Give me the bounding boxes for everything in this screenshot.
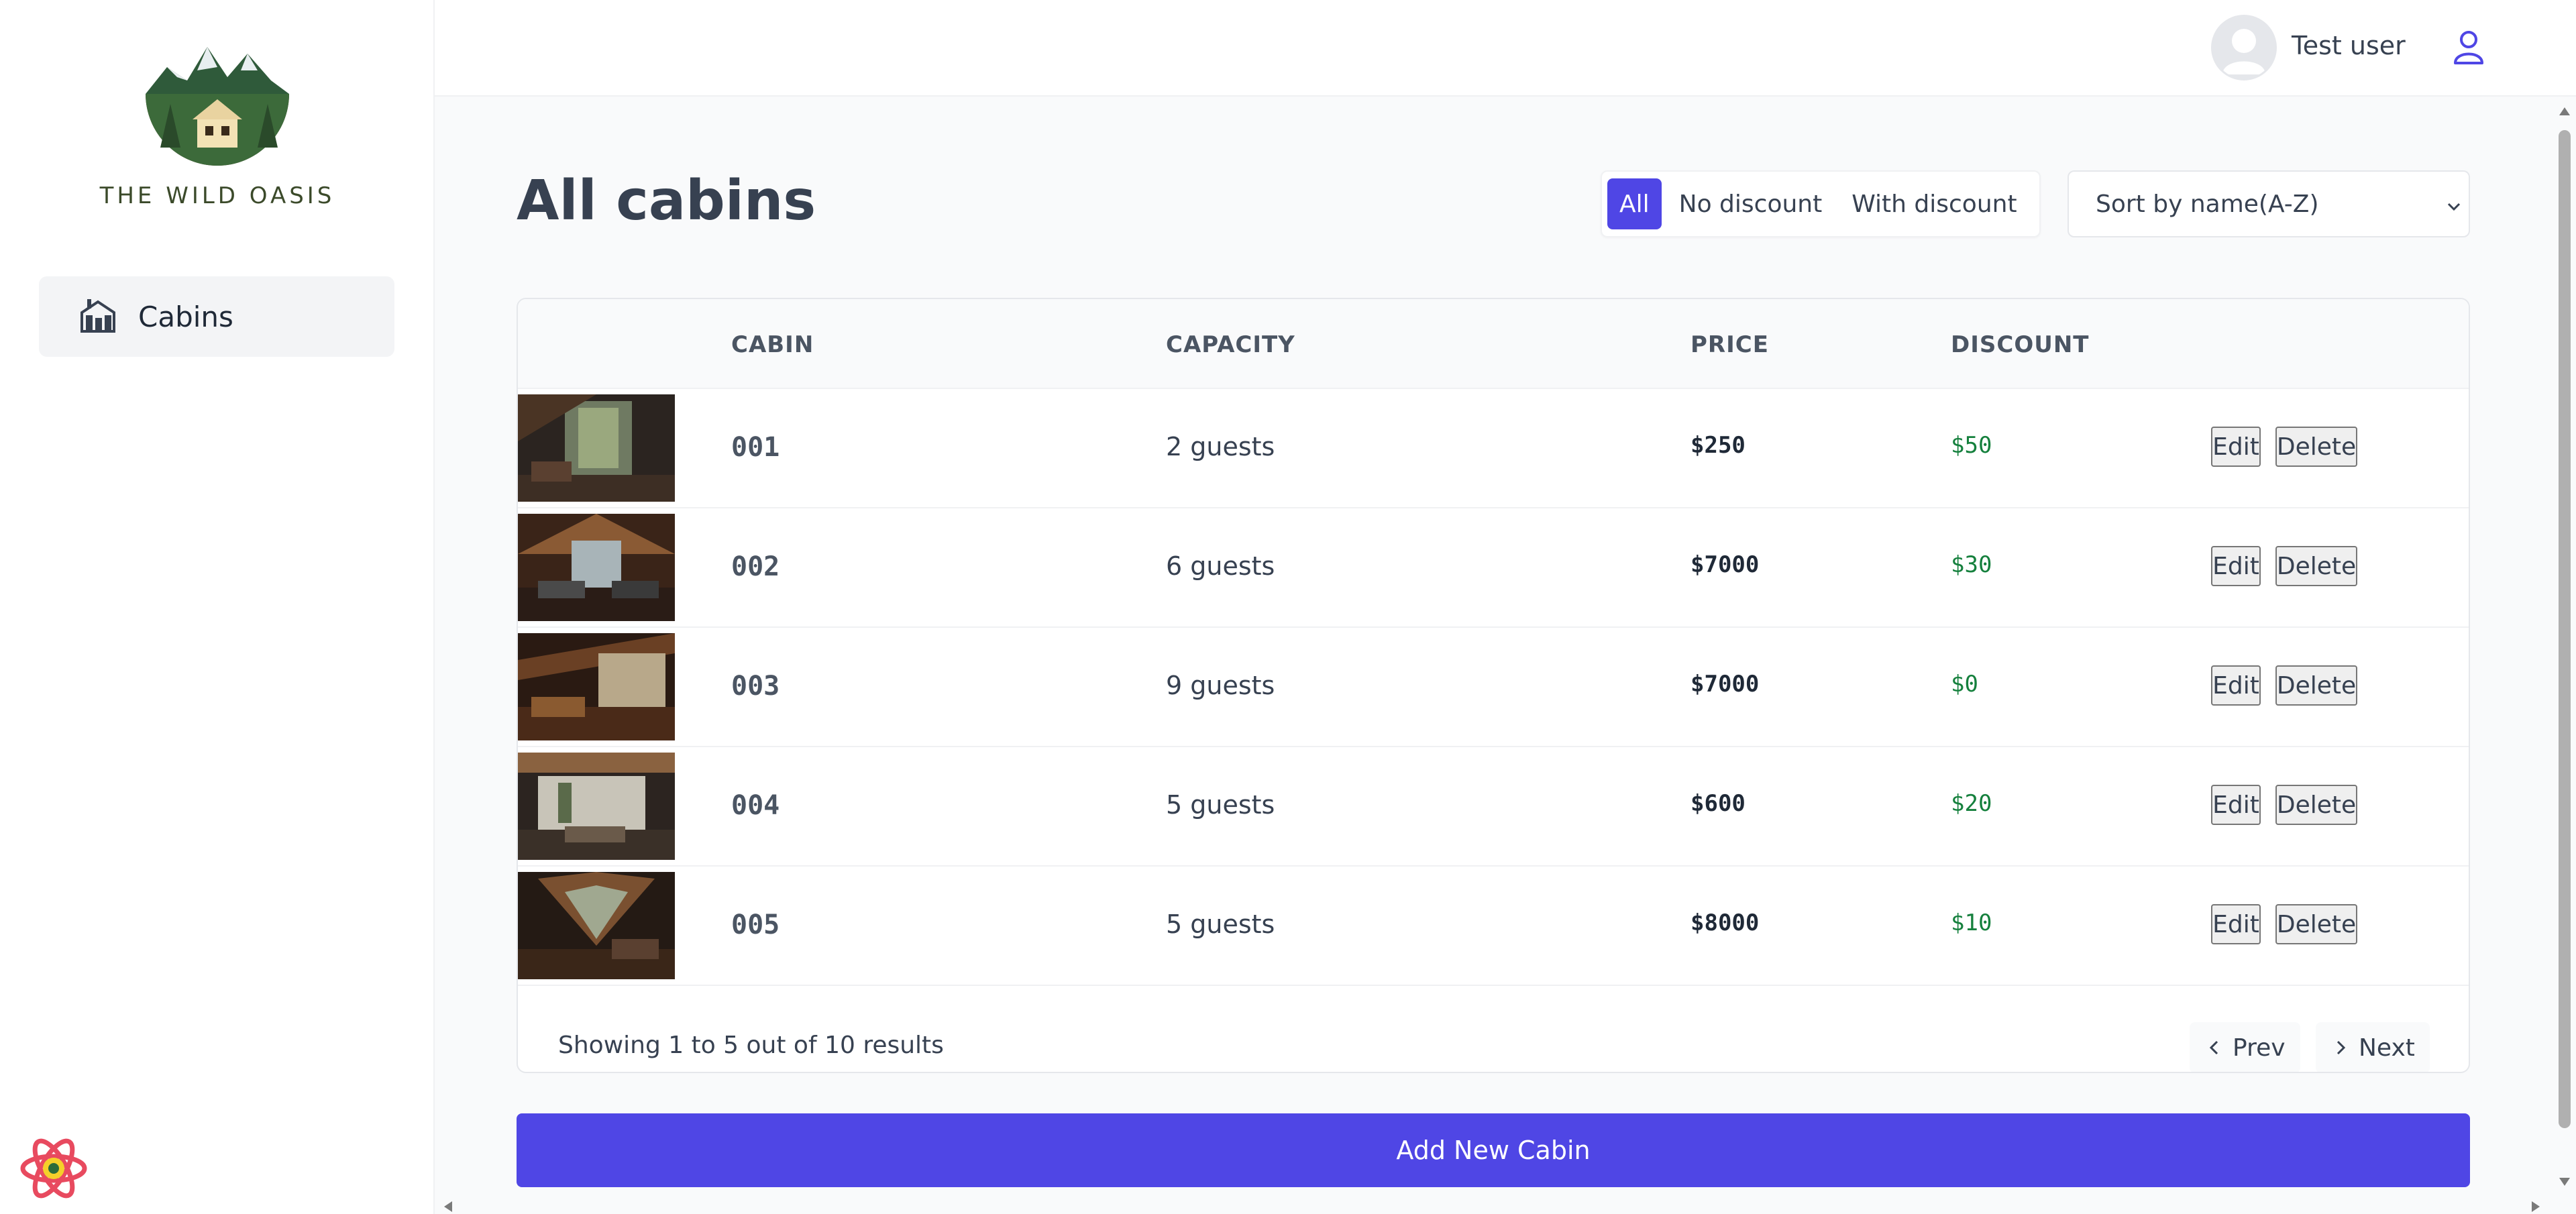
vertical-scrollbar[interactable]	[2552, 97, 2576, 1197]
table-row: 002 6 guests $7000 $30 Edit Delete	[518, 508, 2469, 628]
next-label: Next	[2359, 1034, 2415, 1062]
cabin-name: 003	[731, 671, 780, 702]
cabin-name: 004	[731, 790, 780, 821]
scrollbar-thumb[interactable]	[2559, 130, 2571, 1128]
cabin-discount: $10	[1951, 909, 1992, 936]
table-row: 004 5 guests $600 $20 Edit Delete	[518, 747, 2469, 867]
cabin-discount: $0	[1951, 671, 1978, 698]
delete-button[interactable]: Delete	[2275, 427, 2357, 467]
cabin-price: $7000	[1690, 671, 1760, 698]
cabin-image	[518, 633, 675, 740]
filter-with-discount-button[interactable]: With discount	[1839, 178, 2029, 229]
table-header: CABIN CAPACITY PRICE DISCOUNT	[518, 299, 2469, 389]
cabin-name: 005	[731, 909, 780, 940]
cabin-discount: $30	[1951, 551, 1992, 578]
table-row: 001 2 guests $250 $50 Edit Delete	[518, 389, 2469, 508]
scroll-up-icon[interactable]	[2559, 106, 2571, 117]
cabin-image	[518, 514, 675, 621]
column-header-cabin: CABIN	[731, 331, 814, 358]
filter-no-discount-button[interactable]: No discount	[1667, 178, 1835, 229]
cabin-name: 001	[731, 432, 780, 463]
sort-select-value: Sort by name(A-Z)	[2096, 190, 2319, 218]
prev-button[interactable]: Prev	[2190, 1022, 2300, 1072]
edit-button[interactable]: Edit	[2211, 665, 2261, 706]
cabin-capacity: 2 guests	[1166, 432, 1275, 461]
chevron-down-icon	[2445, 195, 2463, 213]
cabin-price: $250	[1690, 432, 1746, 459]
edit-button[interactable]: Edit	[2211, 427, 2261, 467]
logo	[0, 40, 435, 170]
edit-button[interactable]: Edit	[2211, 546, 2261, 586]
user-icon[interactable]	[2449, 27, 2489, 67]
home-icon	[79, 298, 117, 335]
delete-button[interactable]: Delete	[2275, 665, 2357, 706]
edit-button[interactable]: Edit	[2211, 904, 2261, 944]
cabin-capacity: 6 guests	[1166, 551, 1275, 581]
cabin-name: 002	[731, 551, 780, 582]
cabins-table: CABIN CAPACITY PRICE DISCOUNT 001 2 gues…	[517, 298, 2470, 1073]
cabin-capacity: 9 guests	[1166, 671, 1275, 700]
cabin-image	[518, 394, 675, 502]
sort-select[interactable]: Sort by name(A-Z)	[2068, 170, 2470, 237]
cabin-capacity: 5 guests	[1166, 909, 1275, 939]
pagination-summary: Showing 1 to 5 out of 10 results	[558, 1032, 944, 1059]
edit-button[interactable]: Edit	[2211, 785, 2261, 825]
scroll-right-icon[interactable]	[2529, 1201, 2541, 1213]
delete-button[interactable]: Delete	[2275, 546, 2357, 586]
cabin-price: $8000	[1690, 909, 1760, 936]
cabin-discount: $20	[1951, 790, 1992, 817]
page-title: All cabins	[517, 169, 816, 233]
chevron-right-icon	[2337, 1040, 2346, 1055]
react-query-devtools-icon[interactable]	[19, 1134, 89, 1203]
next-button[interactable]: Next	[2316, 1022, 2430, 1072]
table-row: 003 9 guests $7000 $0 Edit Delete	[518, 628, 2469, 747]
filter-all-button[interactable]: All	[1607, 178, 1662, 229]
delete-button[interactable]: Delete	[2275, 904, 2357, 944]
cabin-image	[518, 872, 675, 979]
cabin-capacity: 5 guests	[1166, 790, 1275, 820]
chevron-left-icon	[2209, 1040, 2218, 1055]
table-row: 005 5 guests $8000 $10 Edit Delete	[518, 867, 2469, 986]
discount-filter: All No discount With discount	[1601, 170, 2041, 237]
add-new-cabin-button[interactable]: Add New Cabin	[517, 1113, 2470, 1187]
avatar[interactable]	[2211, 15, 2277, 80]
logo-text: THE WILD OASIS	[99, 182, 335, 209]
scroll-down-icon[interactable]	[2559, 1176, 2571, 1187]
sidebar: THE WILD OASIS Cabins	[0, 0, 435, 1214]
column-header-capacity: CAPACITY	[1166, 331, 1295, 358]
cabin-price: $600	[1690, 790, 1746, 817]
column-header-discount: DISCOUNT	[1951, 331, 2090, 358]
username: Test user	[2292, 31, 2406, 60]
delete-button[interactable]: Delete	[2275, 785, 2357, 825]
cabin-discount: $50	[1951, 432, 1992, 459]
sidebar-item-cabins[interactable]: Cabins	[39, 276, 394, 357]
scroll-left-icon[interactable]	[443, 1201, 455, 1213]
sidebar-item-label: Cabins	[138, 300, 233, 333]
cabin-price: $7000	[1690, 551, 1760, 578]
prev-label: Prev	[2233, 1034, 2286, 1062]
column-header-price: PRICE	[1690, 331, 1769, 358]
cabin-image	[518, 753, 675, 860]
